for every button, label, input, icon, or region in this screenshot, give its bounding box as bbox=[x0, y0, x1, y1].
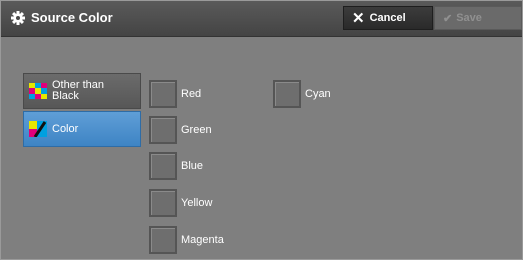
page-title: Source Color bbox=[11, 10, 113, 25]
source-color-screen: Source Color ✕ Cancel ✔ Save Other than … bbox=[0, 0, 523, 260]
checkbox[interactable] bbox=[149, 116, 177, 144]
option-cyan[interactable]: Cyan bbox=[273, 80, 331, 108]
sidebar-item-other-than-black[interactable]: Other than Black bbox=[23, 73, 141, 109]
save-button[interactable]: ✔ Save bbox=[434, 6, 522, 30]
option-label: Blue bbox=[181, 160, 204, 172]
checkbox[interactable] bbox=[149, 152, 177, 180]
color-palette-icon bbox=[29, 121, 47, 137]
option-blue[interactable]: Blue bbox=[149, 152, 203, 180]
option-label: Yellow bbox=[181, 197, 213, 209]
page-title-text: Source Color bbox=[31, 10, 113, 25]
option-label: Green bbox=[181, 124, 212, 136]
close-icon: ✕ bbox=[352, 9, 365, 27]
option-green[interactable]: Green bbox=[149, 116, 212, 144]
sidebar-item-label: Color bbox=[52, 122, 79, 135]
gear-icon bbox=[11, 10, 25, 25]
header-bar: Source Color ✕ Cancel ✔ Save bbox=[1, 1, 522, 37]
option-yellow[interactable]: Yellow bbox=[149, 189, 212, 217]
cancel-button-label: Cancel bbox=[369, 12, 406, 24]
option-label: Cyan bbox=[305, 88, 331, 100]
checkbox[interactable] bbox=[149, 226, 177, 254]
save-button-label: Save bbox=[456, 12, 482, 24]
option-label: Magenta bbox=[181, 234, 224, 246]
checkbox[interactable] bbox=[149, 80, 177, 108]
multicolor-icon bbox=[29, 83, 47, 99]
sidebar-item-label: Other than Black bbox=[52, 79, 104, 102]
cancel-button[interactable]: ✕ Cancel bbox=[343, 6, 433, 30]
checkbox[interactable] bbox=[149, 189, 177, 217]
option-red[interactable]: Red bbox=[149, 80, 201, 108]
checkbox[interactable] bbox=[273, 80, 301, 108]
option-magenta[interactable]: Magenta bbox=[149, 226, 224, 254]
option-label: Red bbox=[181, 88, 202, 100]
sidebar-item-color[interactable]: Color bbox=[23, 111, 141, 147]
checkmark-icon: ✔ bbox=[443, 12, 453, 25]
